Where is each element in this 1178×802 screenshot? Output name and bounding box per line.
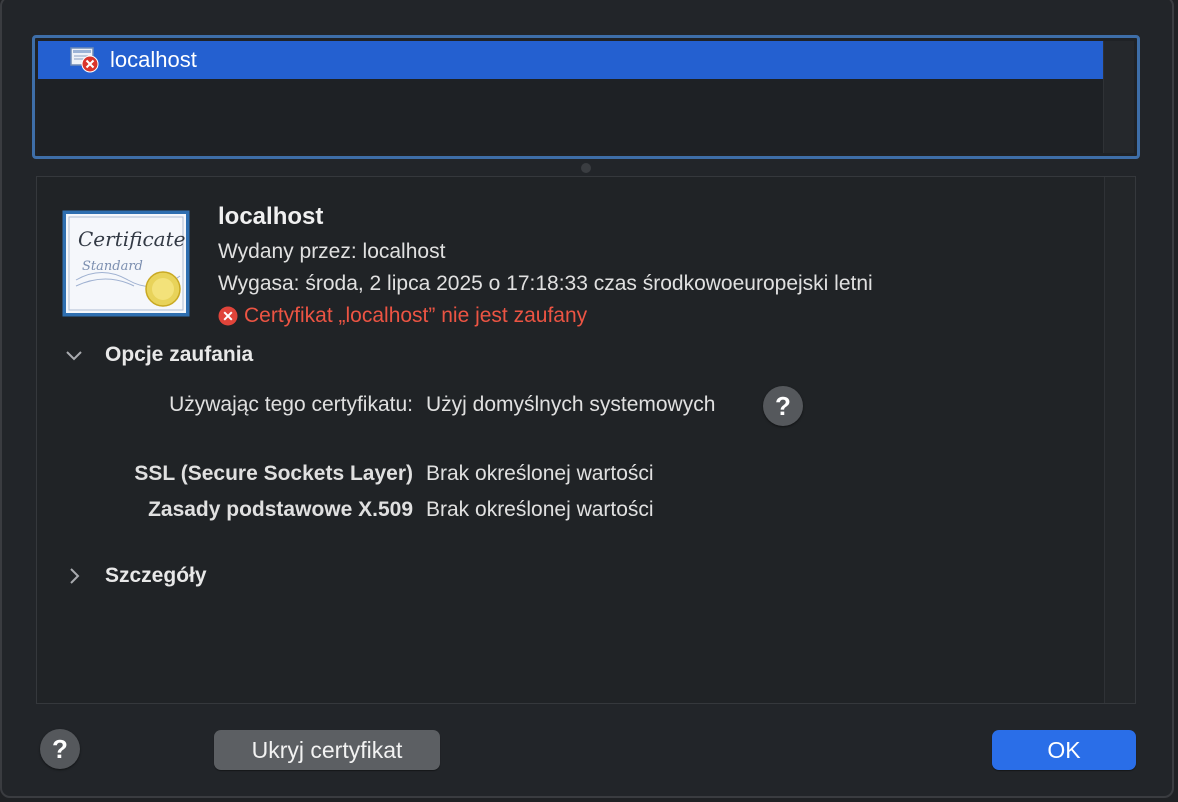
chevron-right-icon bbox=[63, 565, 85, 587]
chevron-down-icon bbox=[63, 344, 85, 366]
certificate-list-content: localhost bbox=[38, 41, 1134, 153]
x509-label: Zasady podstawowe X.509 bbox=[148, 498, 413, 521]
svg-text:Certificate: Certificate bbox=[78, 227, 185, 251]
ssl-label: SSL (Secure Sockets Layer) bbox=[134, 462, 413, 485]
certificate-trust-warning-text: Certyfikat „localhost” nie jest zaufany bbox=[244, 304, 588, 327]
trust-section-toggle[interactable]: Opcje zaufania bbox=[63, 343, 253, 367]
hide-certificate-button[interactable]: Ukryj certyfikat bbox=[214, 730, 440, 770]
error-icon bbox=[218, 306, 238, 326]
x509-value-select[interactable]: Brak określonej wartości bbox=[426, 498, 654, 522]
certificate-expiry: Wygasa: środa, 2 lipca 2025 o 17:18:33 c… bbox=[218, 272, 873, 295]
certificate-name: localhost bbox=[218, 203, 324, 230]
question-icon: ? bbox=[52, 733, 68, 764]
split-view-handle[interactable] bbox=[581, 163, 591, 173]
ssl-value-select[interactable]: Brak określonej wartości bbox=[426, 462, 654, 486]
certificate-dialog: localhost Certificate Standard localhost… bbox=[0, 0, 1174, 798]
detail-scrollbar[interactable] bbox=[1104, 177, 1135, 703]
trust-section-label: Opcje zaufania bbox=[105, 343, 254, 366]
certificate-list[interactable]: localhost bbox=[32, 35, 1140, 159]
ok-button[interactable]: OK bbox=[992, 730, 1136, 770]
untrusted-certificate-icon bbox=[70, 46, 100, 74]
dialog-help-button[interactable]: ? bbox=[40, 729, 80, 769]
trust-using-label: Używając tego certyfikatu: bbox=[169, 393, 413, 416]
certificate-issuer: Wydany przez: localhost bbox=[218, 240, 446, 263]
certificate-badge-icon: Certificate Standard bbox=[62, 210, 190, 317]
certificate-list-row[interactable]: localhost bbox=[38, 41, 1104, 79]
question-icon: ? bbox=[775, 390, 791, 421]
details-section-toggle[interactable]: Szczegóły bbox=[63, 564, 207, 588]
certificate-detail-panel: Certificate Standard localhost Wydany pr… bbox=[36, 176, 1136, 704]
details-section-label: Szczegóły bbox=[105, 564, 207, 587]
help-button[interactable]: ? bbox=[763, 386, 803, 426]
svg-text:Standard: Standard bbox=[82, 259, 143, 274]
trust-using-select[interactable]: Użyj domyślnych systemowych bbox=[426, 393, 715, 417]
certificate-list-scrollbar[interactable] bbox=[1103, 41, 1134, 153]
certificate-list-label: localhost bbox=[110, 47, 197, 72]
certificate-trust-warning: Certyfikat „localhost” nie jest zaufany bbox=[218, 304, 587, 328]
